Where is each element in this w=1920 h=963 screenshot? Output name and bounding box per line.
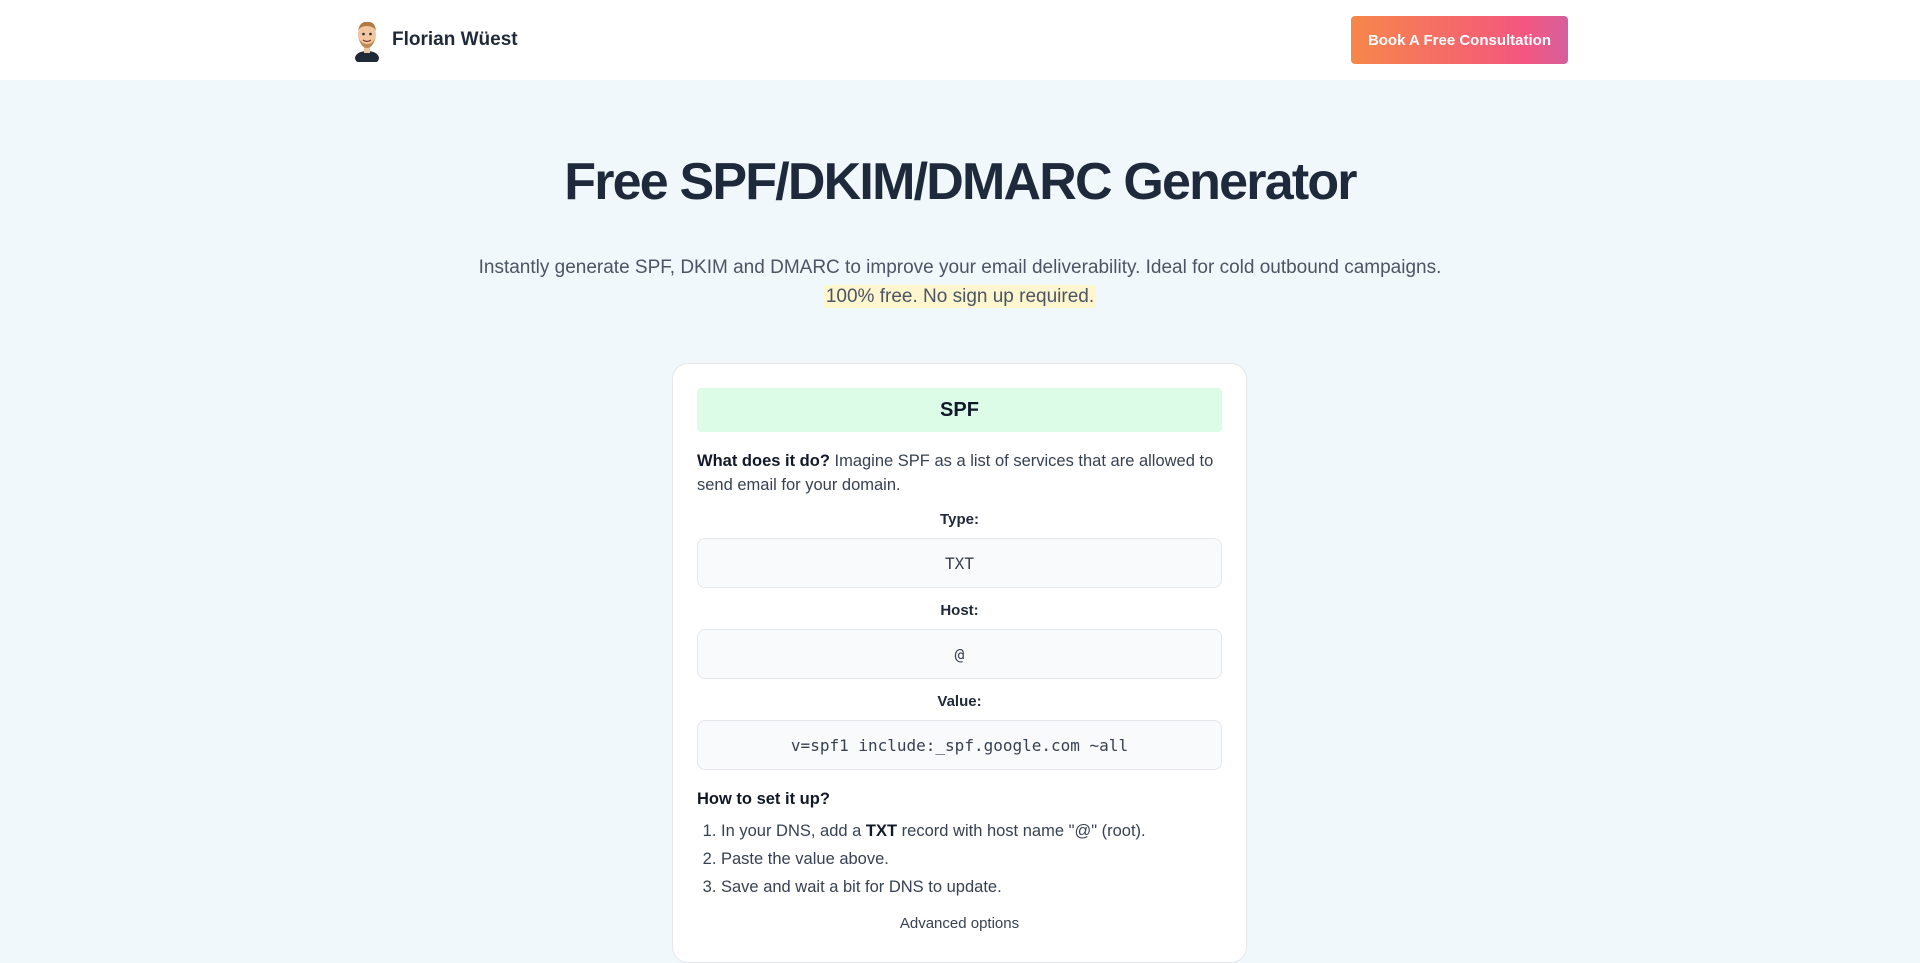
type-label: Type: <box>940 511 979 528</box>
site-header: Florian Wüest Book A Free Consultation <box>0 0 1920 80</box>
desc-bold: What does it do? <box>697 452 830 470</box>
brand-name: Florian Wüest <box>392 29 518 50</box>
list-item: Paste the value above. <box>721 845 1222 873</box>
spf-card: SPF What does it do? Imagine SPF as a li… <box>672 363 1247 963</box>
free-highlight: 100% free. No sign up required. <box>823 285 1097 309</box>
howto-title: How to set it up? <box>697 790 830 808</box>
step1-post: record with host name "@" (root). <box>897 822 1146 840</box>
subtitle-text: Instantly generate SPF, DKIM and DMARC t… <box>478 257 1442 279</box>
setup-steps: In your DNS, add a TXT record with host … <box>697 817 1222 901</box>
hero: Free SPF/DKIM/DMARC Generator Instantly … <box>0 80 1920 311</box>
host-label: Host: <box>940 602 979 619</box>
advanced-options-toggle[interactable]: Advanced options <box>697 915 1222 932</box>
list-item: In your DNS, add a TXT record with host … <box>721 817 1222 845</box>
hero-subtitle: Instantly generate SPF, DKIM and DMARC t… <box>0 253 1920 311</box>
host-field[interactable]: @ <box>697 629 1222 679</box>
avatar <box>355 21 379 62</box>
step1-pre: In your DNS, add a <box>721 822 866 840</box>
page-title: Free SPF/DKIM/DMARC Generator <box>564 153 1357 211</box>
value-label: Value: <box>937 693 982 710</box>
step1-bold: TXT <box>865 822 898 840</box>
spf-card-title: SPF <box>697 388 1222 432</box>
book-consultation-button[interactable]: Book A Free Consultation <box>1350 16 1568 64</box>
value-field[interactable]: v=spf1 include:_spf.google.com ~all <box>697 720 1222 770</box>
type-field[interactable]: TXT <box>697 538 1222 588</box>
brand[interactable]: Florian Wüest <box>352 18 518 62</box>
spf-description: What does it do? Imagine SPF as a list o… <box>697 449 1222 497</box>
list-item: Save and wait a bit for DNS to update. <box>721 873 1222 901</box>
